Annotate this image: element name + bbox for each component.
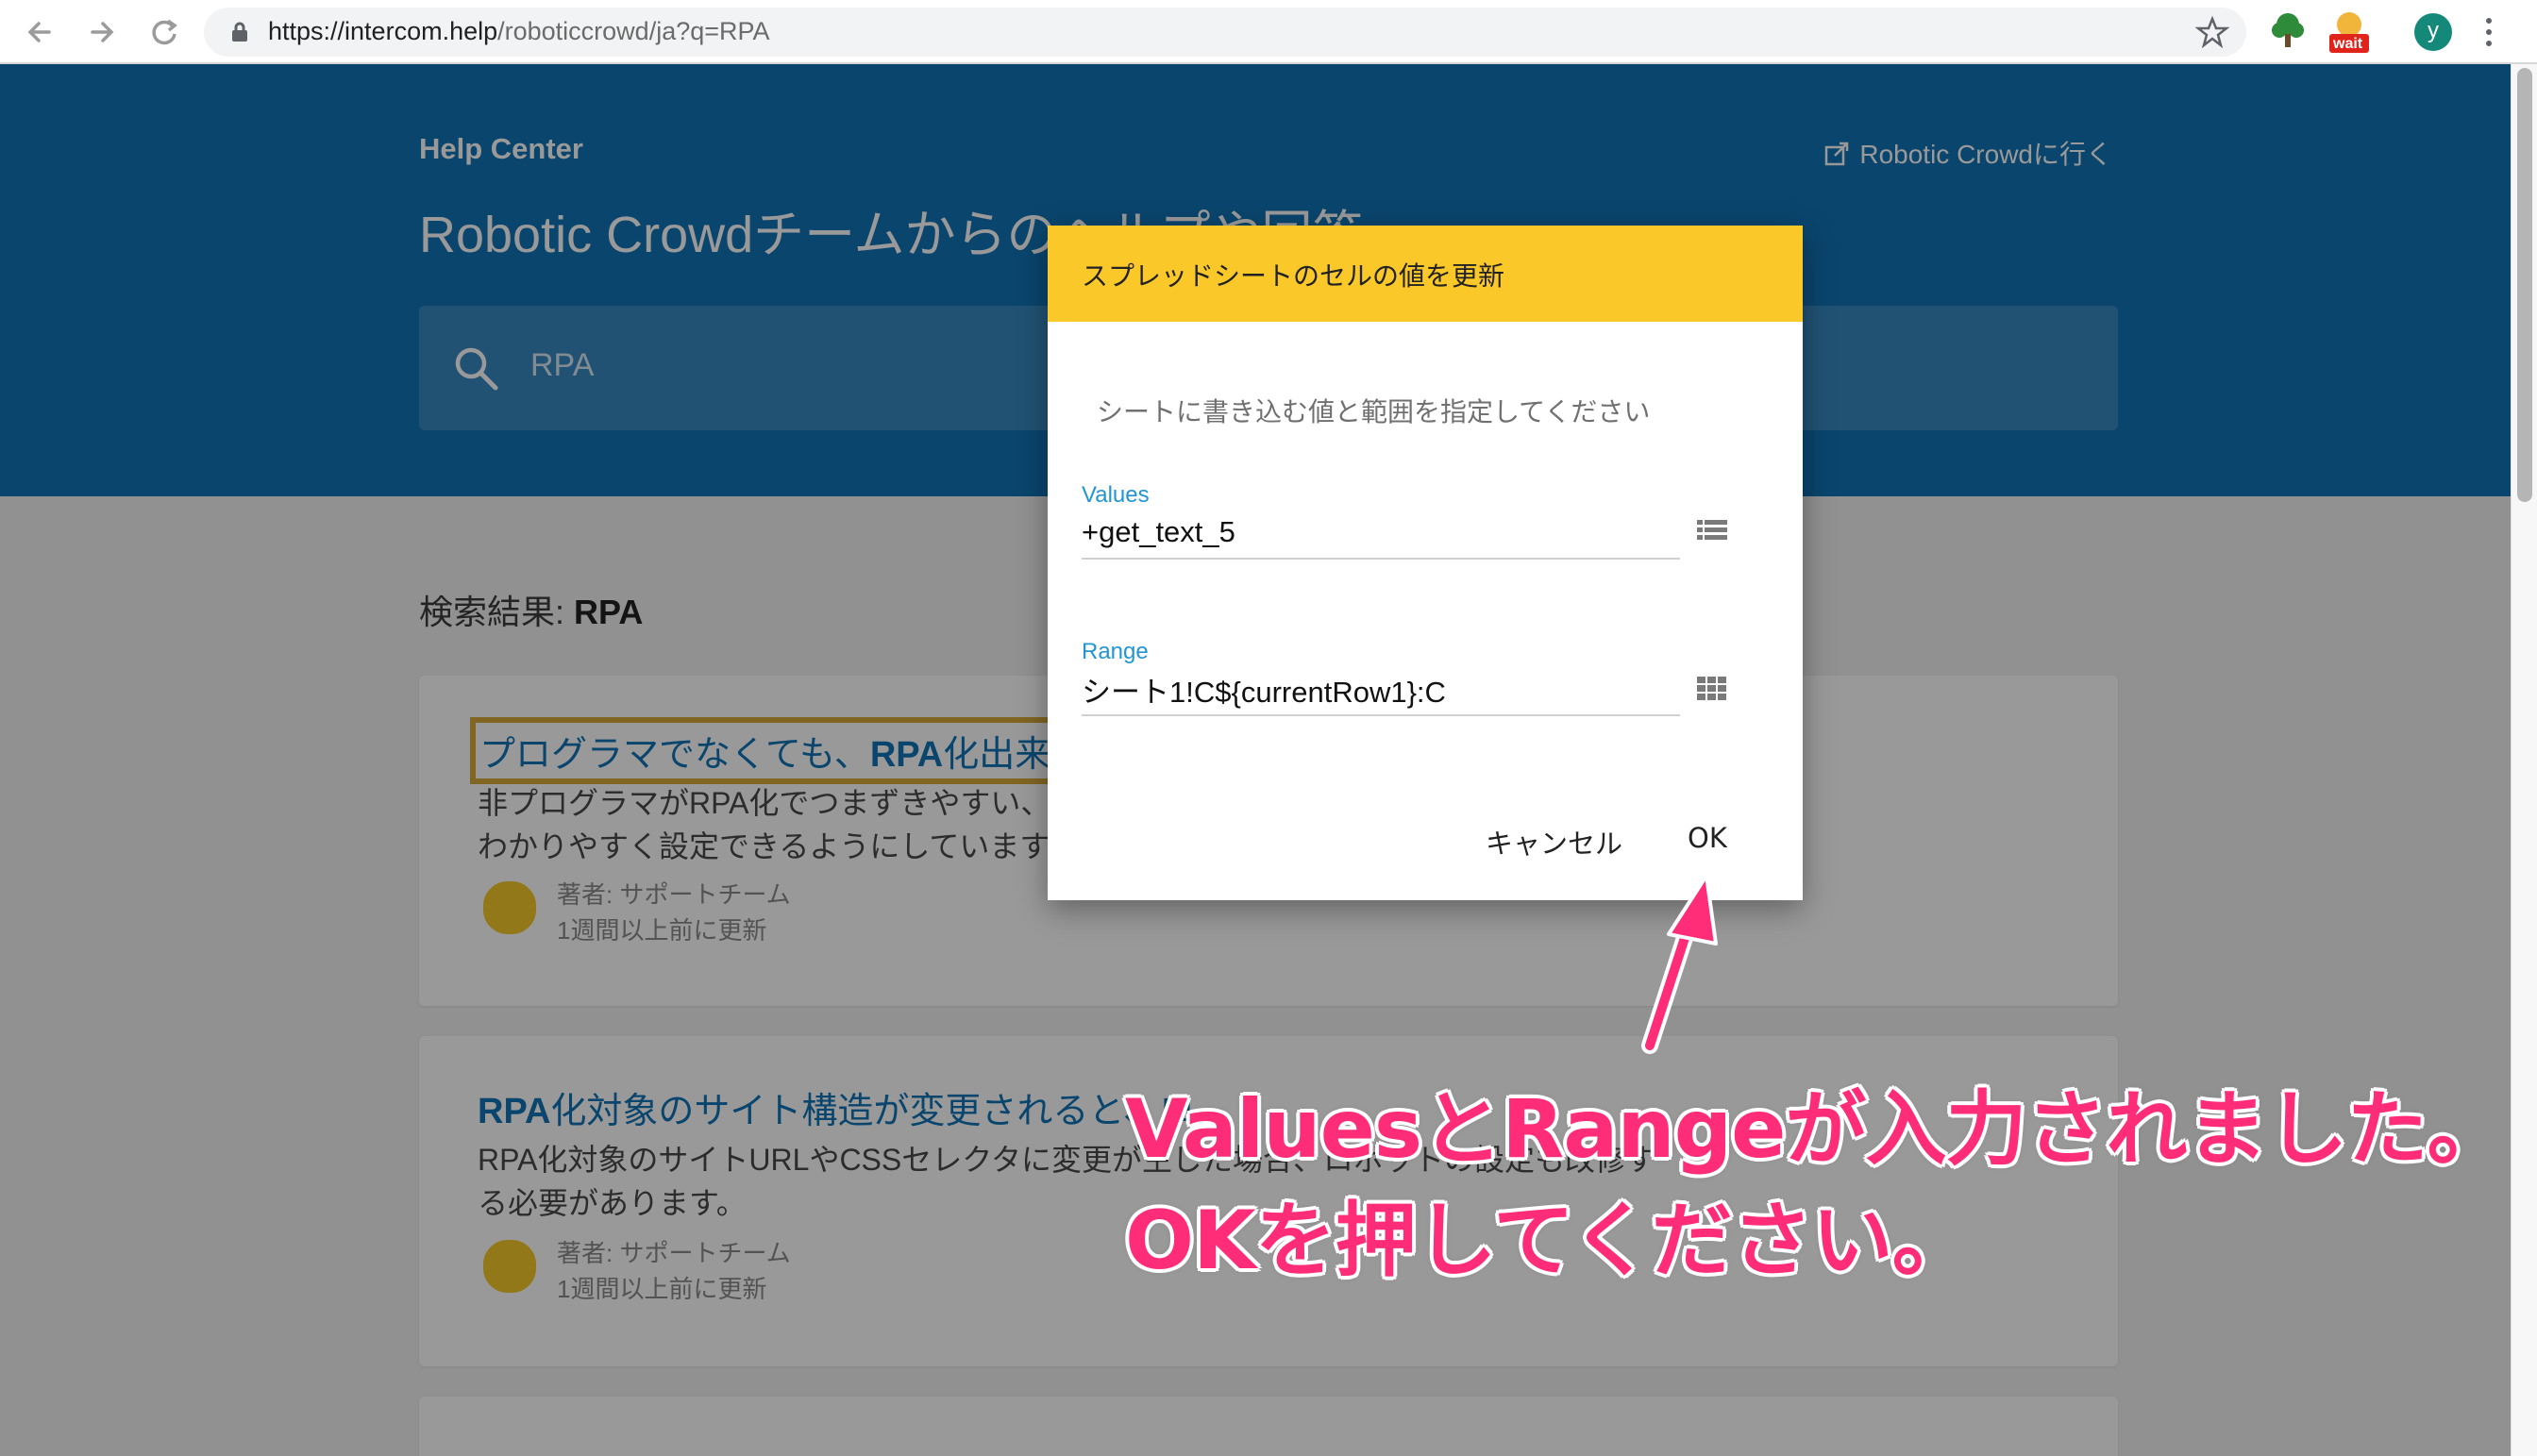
list-icon[interactable] <box>1693 512 1731 550</box>
annotation-line-1: ValuesとRangeが入力されました。 <box>1125 1082 2508 1177</box>
values-label: Values <box>1082 482 1150 508</box>
menu-icon[interactable] <box>2482 15 2495 53</box>
range-label: Range <box>1082 639 1149 664</box>
grid-icon[interactable] <box>1693 669 1731 707</box>
scrollbar-thumb[interactable] <box>2517 68 2532 502</box>
dialog-instruction: シートに書き込む値と範囲を指定してください <box>1097 396 1651 427</box>
forward-icon[interactable] <box>81 11 123 53</box>
cancel-button[interactable]: キャンセル <box>1486 822 1622 862</box>
page-scrollbar[interactable] <box>2511 64 2537 1456</box>
url-path: /roboticcrowd/ja?q=RPA <box>497 17 770 45</box>
dialog-title: スプレッドシートのセルの値を更新 <box>1082 260 1505 292</box>
address-bar[interactable]: https://intercom.help/roboticcrowd/ja?q=… <box>204 8 2246 57</box>
profile-avatar[interactable]: y <box>2414 13 2452 51</box>
annotation-line-2: OKを押してください。 <box>1125 1194 1974 1288</box>
update-cell-dialog: スプレッドシートのセルの値を更新 シートに書き込む値と範囲を指定してください V… <box>1048 226 1803 900</box>
tree-extension-icon[interactable] <box>2269 9 2307 55</box>
ok-button[interactable]: OK <box>1688 822 1727 854</box>
browser-toolbar: https://intercom.help/roboticcrowd/ja?q=… <box>0 0 2537 64</box>
url-host: https://intercom.help <box>268 17 498 45</box>
url-text: https://intercom.help/roboticcrowd/ja?q=… <box>268 17 770 46</box>
bookmark-star-icon[interactable] <box>2195 15 2229 49</box>
wait-badge-text: wait <box>2333 36 2363 52</box>
wait-extension-icon[interactable]: wait <box>2327 9 2371 59</box>
dialog-header: スプレッドシートのセルの値を更新 <box>1048 226 1803 322</box>
values-input[interactable] <box>1082 507 1680 560</box>
back-icon[interactable] <box>19 11 60 53</box>
range-input[interactable] <box>1082 663 1680 716</box>
reload-icon[interactable] <box>143 11 185 53</box>
lock-icon <box>232 22 247 42</box>
